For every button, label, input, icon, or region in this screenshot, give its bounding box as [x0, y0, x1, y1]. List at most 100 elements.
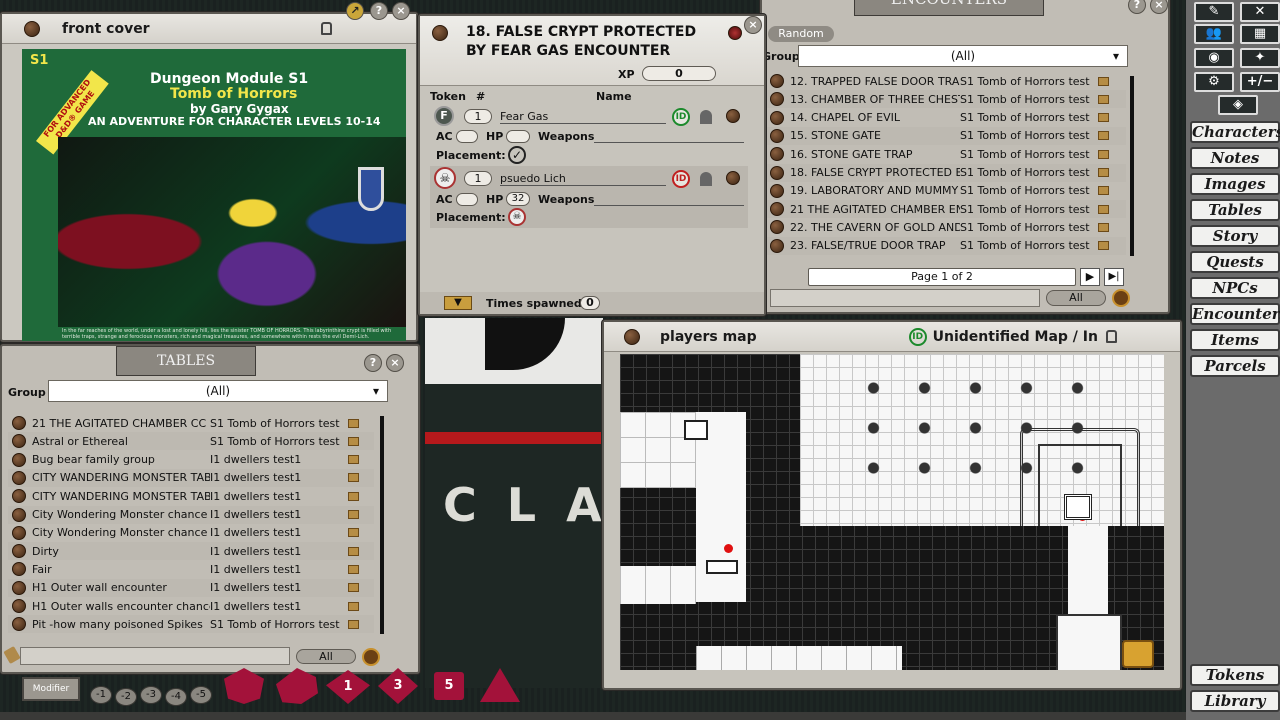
- library-tool-icon[interactable]: ▦: [1240, 24, 1280, 44]
- id-icon[interactable]: ID: [672, 170, 690, 188]
- token-f[interactable]: F: [434, 106, 454, 126]
- palette-icon[interactable]: ✦: [1240, 48, 1280, 68]
- link-icon[interactable]: [24, 21, 40, 37]
- link-icon[interactable]: [770, 166, 784, 180]
- encounter-entry[interactable]: ☠ 1 psuedo Lich ID AC HP 32 Weapons Plac…: [430, 166, 748, 228]
- help-button[interactable]: ?: [1128, 0, 1146, 14]
- id-icon[interactable]: ID: [672, 108, 690, 126]
- close-button[interactable]: ×: [392, 2, 410, 20]
- sidebar-story[interactable]: Story: [1190, 225, 1280, 247]
- link-icon[interactable]: [12, 453, 26, 467]
- list-item[interactable]: Astral or EtherealS1 Tomb of Horrors tes…: [8, 432, 374, 450]
- link-icon[interactable]: [12, 562, 26, 576]
- weapons-field[interactable]: [594, 142, 744, 143]
- visibility-icon[interactable]: [700, 172, 712, 186]
- chat-icon[interactable]: ◉: [1194, 48, 1234, 68]
- xp-field[interactable]: 0: [642, 66, 716, 81]
- link-icon[interactable]: [770, 74, 784, 88]
- modifier-button[interactable]: -5: [190, 686, 212, 704]
- link-icon[interactable]: [770, 220, 784, 234]
- sidebar-images[interactable]: Images: [1190, 173, 1280, 195]
- map-door-icon[interactable]: [684, 420, 708, 440]
- list-item[interactable]: 13. CHAMBER OF THREE CHESTS1 Tomb of Hor…: [766, 90, 1126, 108]
- link-icon[interactable]: [12, 581, 26, 595]
- pencil-tool-icon[interactable]: ✎: [1194, 2, 1234, 22]
- lich-token-icon[interactable]: ☠: [434, 167, 456, 189]
- link-icon[interactable]: [726, 171, 740, 185]
- encounter-window[interactable]: 18. FALSE CRYPT PROTECTED BY FEAR GAS EN…: [418, 14, 766, 316]
- link-icon[interactable]: [12, 526, 26, 540]
- filter-icon[interactable]: [1112, 289, 1130, 307]
- list-item[interactable]: CITY WANDERING MONSTER TABLE-niI1 dwelle…: [8, 487, 374, 505]
- ac-field[interactable]: [456, 193, 478, 206]
- sidebar-notes[interactable]: Notes: [1190, 147, 1280, 169]
- weapons-field[interactable]: [594, 205, 744, 206]
- count-field[interactable]: 1: [464, 171, 492, 186]
- list-item[interactable]: 21 THE AGITATED CHAMBER ENS1 Tomb of Hor…: [766, 200, 1126, 218]
- tables-list[interactable]: 21 THE AGITATED CHAMBER CCS1 Tomb of Hor…: [8, 414, 374, 636]
- link-icon[interactable]: [770, 92, 784, 106]
- encounters-list[interactable]: 12. TRAPPED FALSE DOOR TRAIS1 Tomb of Ho…: [766, 72, 1126, 258]
- count-field[interactable]: 1: [464, 109, 492, 124]
- hp-field[interactable]: 32: [506, 192, 530, 206]
- list-item[interactable]: DirtyI1 dwellers test1: [8, 542, 374, 560]
- link-icon[interactable]: [770, 147, 784, 161]
- list-item[interactable]: City Wondering Monster chance nightI1 dw…: [8, 524, 374, 542]
- map-door-icon[interactable]: [706, 560, 738, 574]
- shield-icon[interactable]: ◈: [1218, 95, 1258, 115]
- encounters-group-select[interactable]: (All): [798, 45, 1128, 67]
- list-item[interactable]: 19. LABORATORY AND MUMMYS1 Tomb of Horro…: [766, 182, 1126, 200]
- lock-icon[interactable]: [1106, 330, 1117, 343]
- players-map-window[interactable]: players map ID Unidentified Map / In: [602, 320, 1182, 690]
- front-cover-window[interactable]: front cover ↗ ? × S1 FOR ADVANCED D&D® G…: [0, 12, 418, 342]
- ac-field[interactable]: [456, 130, 478, 143]
- modifier-box[interactable]: Modifier: [22, 677, 80, 701]
- encounters-window[interactable]: ENCOUNTERS ? × Random Group (All) 12. TR…: [760, 0, 1170, 314]
- modifier-tool-icon[interactable]: +/−: [1240, 72, 1280, 92]
- name-field[interactable]: Fear Gas: [500, 110, 666, 124]
- list-item[interactable]: Pit -how many poisoned SpikesS1 Tomb of …: [8, 615, 374, 633]
- list-item[interactable]: 12. TRAPPED FALSE DOOR TRAIS1 Tomb of Ho…: [766, 72, 1126, 90]
- sidebar-parcels[interactable]: Parcels: [1190, 355, 1280, 377]
- last-page-button[interactable]: ▶|: [1104, 268, 1124, 286]
- party-icon[interactable]: 👥: [1194, 24, 1234, 44]
- modifier-button[interactable]: -4: [165, 688, 187, 706]
- link-icon[interactable]: [12, 617, 26, 631]
- sidebar-tokens[interactable]: Tokens: [1190, 664, 1280, 686]
- help-button[interactable]: ?: [370, 2, 388, 20]
- list-item[interactable]: H1 Outer walls encounter chanceI1 dwelle…: [8, 597, 374, 615]
- link-icon[interactable]: [770, 129, 784, 143]
- close-tool-icon[interactable]: ✕: [1240, 2, 1280, 22]
- link-icon[interactable]: [770, 111, 784, 125]
- list-item[interactable]: CITY WANDERING MONSTER TABLE-DaI1 dwelle…: [8, 469, 374, 487]
- help-button[interactable]: ?: [364, 354, 382, 372]
- link-icon[interactable]: [12, 434, 26, 448]
- tables-window[interactable]: TABLES ? × Group (All) 21 THE AGITATED C…: [0, 344, 420, 674]
- link-icon[interactable]: [770, 202, 784, 216]
- sidebar-characters[interactable]: Characters: [1190, 121, 1280, 143]
- map-share-icon[interactable]: [1122, 640, 1154, 668]
- list-item[interactable]: 22. THE CAVERN OF GOLD ANDS1 Tomb of Hor…: [766, 218, 1126, 236]
- encounters-filter-button[interactable]: All: [1046, 290, 1106, 306]
- map-canvas[interactable]: [620, 354, 1164, 670]
- link-icon[interactable]: [12, 489, 26, 503]
- modifier-button[interactable]: -1: [90, 686, 112, 704]
- resize-icon[interactable]: ↗: [346, 2, 364, 20]
- tables-search-icon[interactable]: [3, 646, 20, 664]
- sidebar-tables[interactable]: Tables: [1190, 199, 1280, 221]
- tables-group-select[interactable]: (All): [48, 380, 388, 402]
- die-d6[interactable]: 5: [434, 672, 464, 700]
- visibility-icon[interactable]: [700, 110, 712, 124]
- shield-lock-icon[interactable]: [728, 26, 742, 40]
- modifier-button[interactable]: -2: [115, 688, 137, 706]
- close-button[interactable]: ×: [1150, 0, 1168, 14]
- link-icon[interactable]: [770, 184, 784, 198]
- link-icon[interactable]: [12, 508, 26, 522]
- close-button[interactable]: ×: [386, 354, 404, 372]
- settings-gear-icon[interactable]: ⚙: [1194, 72, 1234, 92]
- id-icon[interactable]: ID: [909, 328, 927, 346]
- encounters-scrollbar[interactable]: [1130, 76, 1134, 256]
- spawn-chevron-icon[interactable]: ▼: [444, 296, 472, 310]
- tables-scrollbar[interactable]: [380, 416, 384, 634]
- link-icon[interactable]: [624, 329, 640, 345]
